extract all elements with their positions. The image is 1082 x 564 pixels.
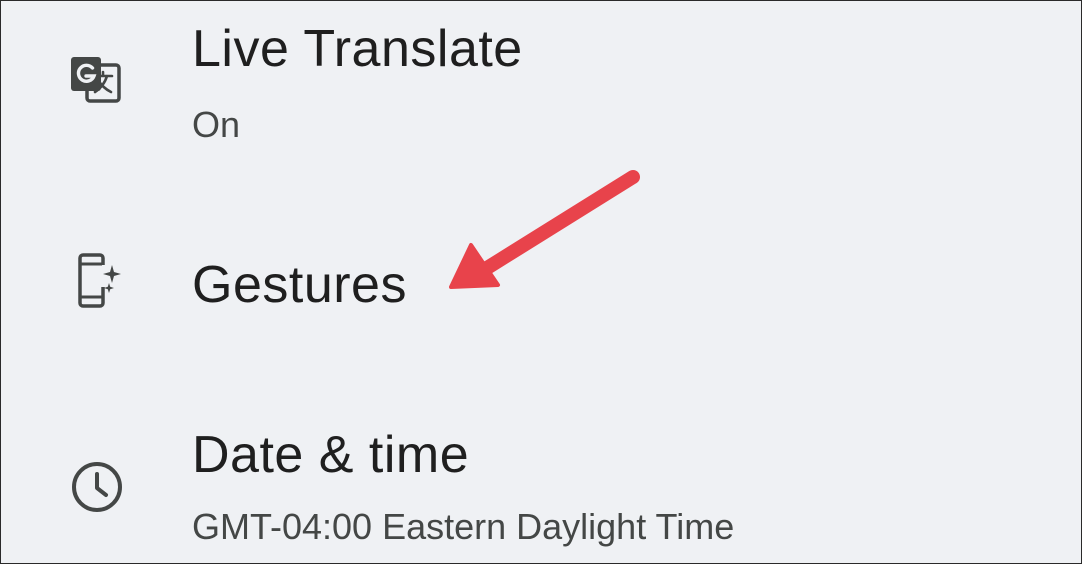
date-time-timezone: GMT-04:00 Eastern Daylight Time bbox=[192, 506, 735, 547]
gestures-title: Gestures bbox=[192, 256, 407, 314]
settings-item-date-time[interactable]: Date & time GMT-04:00 Eastern Daylight T… bbox=[1, 401, 1081, 563]
settings-item-gestures[interactable]: Gestures bbox=[1, 201, 1081, 361]
settings-screen: Live Translate On Gestures Date & time G… bbox=[0, 0, 1082, 564]
clock-icon bbox=[67, 457, 127, 517]
phone-sparkle-icon bbox=[67, 251, 127, 311]
live-translate-status: On bbox=[192, 104, 241, 145]
date-time-title: Date & time bbox=[192, 426, 470, 484]
settings-item-live-translate[interactable]: Live Translate On bbox=[1, 1, 1081, 171]
live-translate-title: Live Translate bbox=[192, 20, 523, 78]
translate-icon bbox=[67, 51, 127, 111]
